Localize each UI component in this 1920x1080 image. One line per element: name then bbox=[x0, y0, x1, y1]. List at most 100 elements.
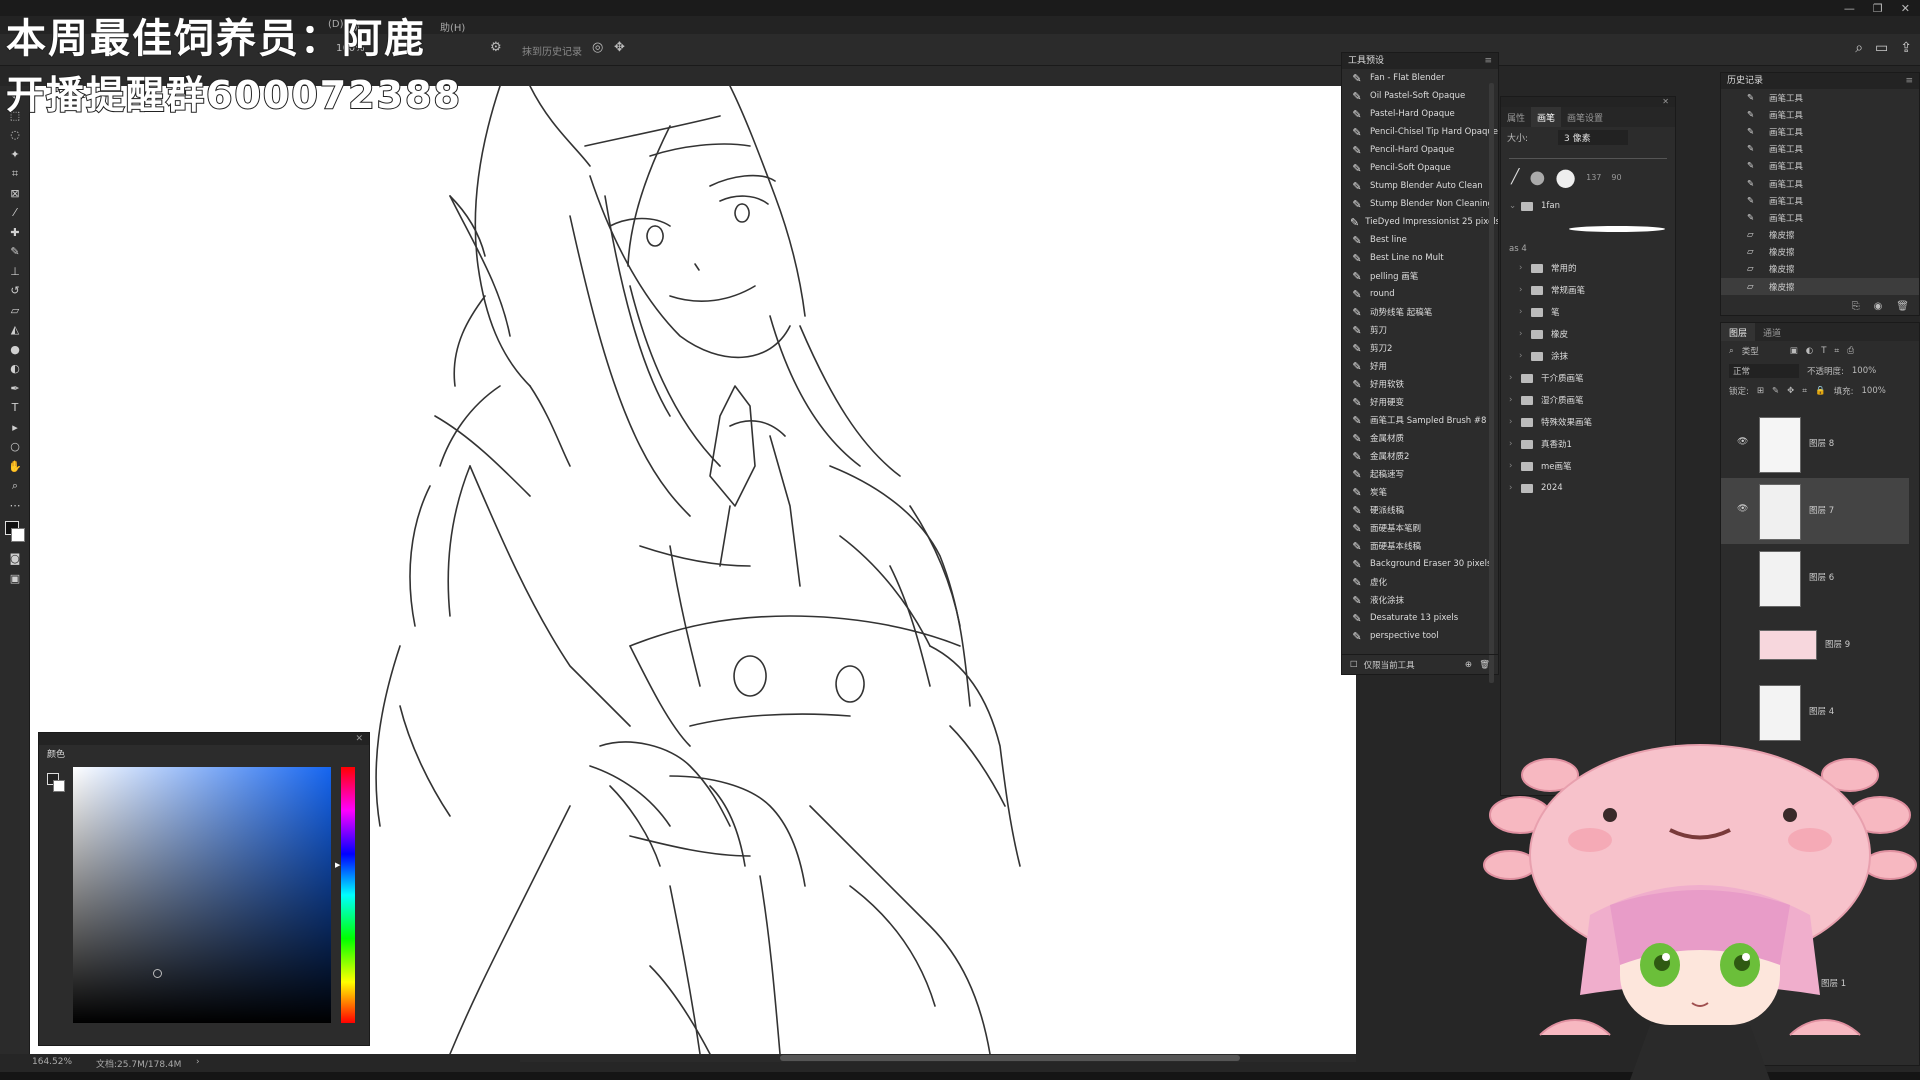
gear-icon[interactable]: ⚙ bbox=[490, 40, 502, 55]
tool-preset-item[interactable]: ✎ perspective tool bbox=[1342, 627, 1498, 645]
tool-preset-item[interactable]: ✎ 好用软铁 bbox=[1342, 375, 1498, 393]
tool-preset-item[interactable]: ✎ Pencil-Chisel Tip Hard Opaque bbox=[1342, 123, 1498, 141]
brush-folder[interactable]: › 真香劲1 bbox=[1501, 433, 1675, 455]
tool-preset-item[interactable]: ✎ Oil Pastel-Soft Opaque bbox=[1342, 87, 1498, 105]
trash-icon[interactable]: 🗑 bbox=[1479, 660, 1490, 670]
brush-size-slider[interactable] bbox=[1509, 149, 1667, 159]
type-tool-icon[interactable]: T bbox=[0, 398, 30, 418]
bucket-tool-icon[interactable]: ◭ bbox=[0, 320, 30, 340]
crop-tool-icon[interactable]: ⌗ bbox=[0, 164, 30, 184]
tool-preset-item[interactable]: ✎ 金属材质2 bbox=[1342, 447, 1498, 465]
tool-preset-item[interactable]: ✎ 面硬基本线稿 bbox=[1342, 537, 1498, 555]
history-item[interactable]: ✎ 画笔工具 bbox=[1721, 158, 1919, 175]
restore-button[interactable]: ❐ bbox=[1873, 2, 1883, 15]
symmetry-icon[interactable]: ✥ bbox=[614, 40, 625, 55]
panel-menu-icon[interactable]: ≡ bbox=[1905, 73, 1913, 89]
tool-preset-item[interactable]: ✎ 液化涂抹 bbox=[1342, 591, 1498, 609]
color-swatch-mini[interactable] bbox=[47, 773, 69, 797]
dodge-tool-icon[interactable]: ◐ bbox=[0, 359, 30, 379]
close-icon[interactable]: ✕ bbox=[1662, 97, 1669, 107]
pen-tool-icon[interactable]: ✒ bbox=[0, 379, 30, 399]
tool-preset-item[interactable]: ✎ 起稿速写 bbox=[1342, 465, 1498, 483]
tool-preset-item[interactable]: ✎ Best line bbox=[1342, 231, 1498, 249]
tool-preset-item[interactable]: ✎ 好用 bbox=[1342, 357, 1498, 375]
brush-folder[interactable]: › 2024 bbox=[1501, 477, 1675, 499]
lock-paint-icon[interactable]: ✎ bbox=[1772, 386, 1779, 396]
tool-preset-item[interactable]: ✎ Best Line no Mult bbox=[1342, 249, 1498, 267]
filter-pixel-icon[interactable]: ▣ bbox=[1790, 346, 1798, 356]
tab-properties[interactable]: 属性 bbox=[1501, 107, 1531, 127]
eyedropper-icon[interactable]: ⁄ bbox=[0, 203, 30, 223]
history-item[interactable]: ✎ 画笔工具 bbox=[1721, 175, 1919, 192]
tab-layers[interactable]: 图层 bbox=[1721, 323, 1756, 341]
tool-preset-item[interactable]: ✎ TieDyed Impressionist 25 pixels bbox=[1342, 213, 1498, 231]
scrollbar-thumb[interactable] bbox=[780, 1055, 1240, 1061]
tool-preset-item[interactable]: ✎ Pencil-Hard Opaque bbox=[1342, 141, 1498, 159]
eye-icon[interactable]: 👁 bbox=[1737, 437, 1748, 447]
tool-preset-item[interactable]: ✎ 金属材质 bbox=[1342, 429, 1498, 447]
brush-folder[interactable]: › 湿介质画笔 bbox=[1501, 389, 1675, 411]
more-tools-icon[interactable]: ⋯ bbox=[0, 496, 30, 516]
opacity-value[interactable]: 100% bbox=[1852, 366, 1876, 376]
brush-folder[interactable]: › 特殊效果画笔 bbox=[1501, 411, 1675, 433]
history-item[interactable]: ✎ 画笔工具 bbox=[1721, 106, 1919, 123]
history-item[interactable]: ▱ 橡皮擦 bbox=[1721, 261, 1919, 278]
brush-folder[interactable]: › me画笔 bbox=[1501, 455, 1675, 477]
history-item[interactable]: ▱ 橡皮擦 bbox=[1721, 244, 1919, 261]
screen-mode-icon[interactable]: ▣ bbox=[0, 569, 30, 589]
brush-size-input[interactable]: 3 像素 bbox=[1558, 129, 1629, 145]
tool-preset-item[interactable]: ✎ 炭笔 bbox=[1342, 483, 1498, 501]
status-arrow-icon[interactable]: › bbox=[196, 1057, 200, 1067]
shape-tool-icon[interactable]: ○ bbox=[0, 437, 30, 457]
pressure-icon[interactable]: ◎ bbox=[592, 40, 603, 55]
tool-preset-item[interactable]: ✎ Pencil-Soft Opaque bbox=[1342, 159, 1498, 177]
tool-preset-item[interactable]: ✎ 剪刀2 bbox=[1342, 339, 1498, 357]
search-icon[interactable]: ⌕ bbox=[1855, 40, 1863, 56]
history-brush-icon[interactable]: ↺ bbox=[0, 281, 30, 301]
brush-tip-icon[interactable]: ╱ bbox=[1511, 169, 1519, 185]
hue-slider[interactable] bbox=[341, 767, 355, 1023]
history-item[interactable]: ▱ 橡皮擦 bbox=[1721, 278, 1919, 296]
fill-value[interactable]: 100% bbox=[1862, 386, 1886, 396]
brush-subfolder[interactable]: › 涂抹 bbox=[1501, 345, 1675, 367]
current-tool-only[interactable]: ☐ 仅限当前工具 ⊕ 🗑 bbox=[1342, 654, 1498, 674]
layer-row[interactable]: 图层 9 bbox=[1721, 612, 1909, 678]
tab-channels[interactable]: 通道 bbox=[1755, 323, 1789, 341]
color-swatches[interactable] bbox=[0, 515, 30, 549]
status-zoom[interactable]: 164.52% bbox=[32, 1057, 72, 1067]
brush-tip-137[interactable]: 137 bbox=[1586, 173, 1601, 182]
tool-preset-item[interactable]: ✎ Pastel-Hard Opaque bbox=[1342, 105, 1498, 123]
filter-smart-icon[interactable]: ⎙ bbox=[1847, 346, 1854, 356]
blur-tool-icon[interactable]: ● bbox=[0, 340, 30, 360]
share-icon[interactable]: ⇪ bbox=[1900, 40, 1912, 56]
brush-subfolder[interactable]: › 常用的 bbox=[1501, 257, 1675, 279]
hue-slider-arrow-icon[interactable]: ▶ bbox=[335, 861, 340, 869]
history-item[interactable]: ✎ 画笔工具 bbox=[1721, 192, 1919, 209]
path-select-icon[interactable]: ▸ bbox=[0, 418, 30, 438]
eraser-tool-icon[interactable]: ▱ bbox=[0, 301, 30, 321]
color-field[interactable] bbox=[73, 767, 331, 1023]
tool-preset-item[interactable]: ✎ Background Eraser 30 pixels bbox=[1342, 555, 1498, 573]
tab-brushes[interactable]: 画笔 bbox=[1531, 107, 1562, 127]
brush-folder[interactable]: › 干介质画笔 bbox=[1501, 367, 1675, 389]
trash-icon[interactable]: 🗑 bbox=[1896, 301, 1909, 312]
panel-menu-icon[interactable]: ≡ bbox=[1484, 53, 1492, 69]
lock-artboard-icon[interactable]: ⌗ bbox=[1802, 386, 1807, 396]
tool-preset-item[interactable]: ✎ 虚化 bbox=[1342, 573, 1498, 591]
brush-subfolder[interactable]: › 笔 bbox=[1501, 301, 1675, 323]
history-item[interactable]: ✎ 画笔工具 bbox=[1721, 209, 1919, 226]
history-item[interactable]: ✎ 画笔工具 bbox=[1721, 89, 1919, 106]
menu-item-help[interactable]: 助(H) bbox=[440, 19, 465, 34]
lasso-tool-icon[interactable]: ◌ bbox=[0, 125, 30, 145]
quick-mask-icon[interactable]: ◙ bbox=[0, 549, 30, 569]
filter-shape-icon[interactable]: ⌗ bbox=[1834, 346, 1839, 356]
tool-preset-item[interactable]: ✎ Stump Blender Non Cleaning bbox=[1342, 195, 1498, 213]
new-document-icon[interactable]: ⎘ bbox=[1852, 301, 1860, 312]
brush-tip-soft-icon[interactable]: ● bbox=[1529, 167, 1545, 188]
tool-preset-item[interactable]: ✎ 动势线笔 起稿笔 bbox=[1342, 303, 1498, 321]
healing-brush-icon[interactable]: ✚ bbox=[0, 223, 30, 243]
lock-move-icon[interactable]: ✥ bbox=[1787, 386, 1794, 396]
tool-preset-item[interactable]: ✎ 画笔工具 Sampled Brush #8 2 bbox=[1342, 411, 1498, 429]
filter-adjust-icon[interactable]: ◐ bbox=[1806, 346, 1813, 356]
filter-type-icon[interactable]: T bbox=[1821, 346, 1826, 356]
